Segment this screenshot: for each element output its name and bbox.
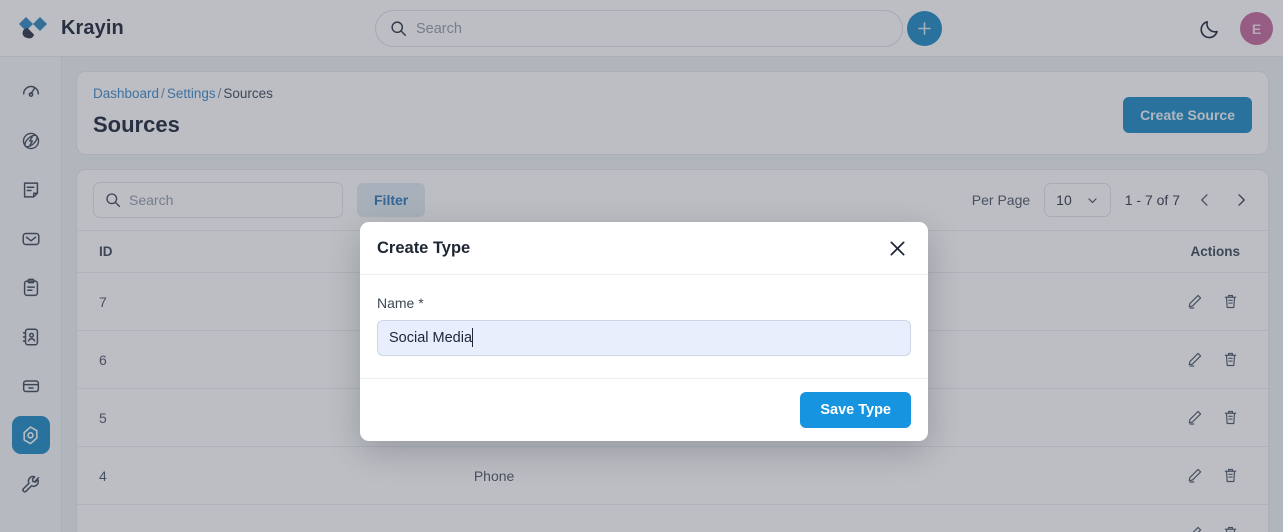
close-icon <box>890 241 904 255</box>
app-root: Krayin Search E Dashboard / Settings / S… <box>0 0 1283 532</box>
save-type-button[interactable]: Save Type <box>800 392 911 428</box>
modal-body: Name * <box>360 275 928 378</box>
modal-title: Create Type <box>377 238 471 257</box>
modal-header: Create Type <box>360 222 928 275</box>
create-type-modal: Create Type Name * Save Type <box>360 222 928 441</box>
name-field-wrap <box>377 320 911 356</box>
name-input[interactable] <box>377 320 911 356</box>
modal-close-button[interactable] <box>884 235 910 261</box>
modal-footer: Save Type <box>360 378 928 441</box>
name-field-label: Name * <box>377 295 424 311</box>
